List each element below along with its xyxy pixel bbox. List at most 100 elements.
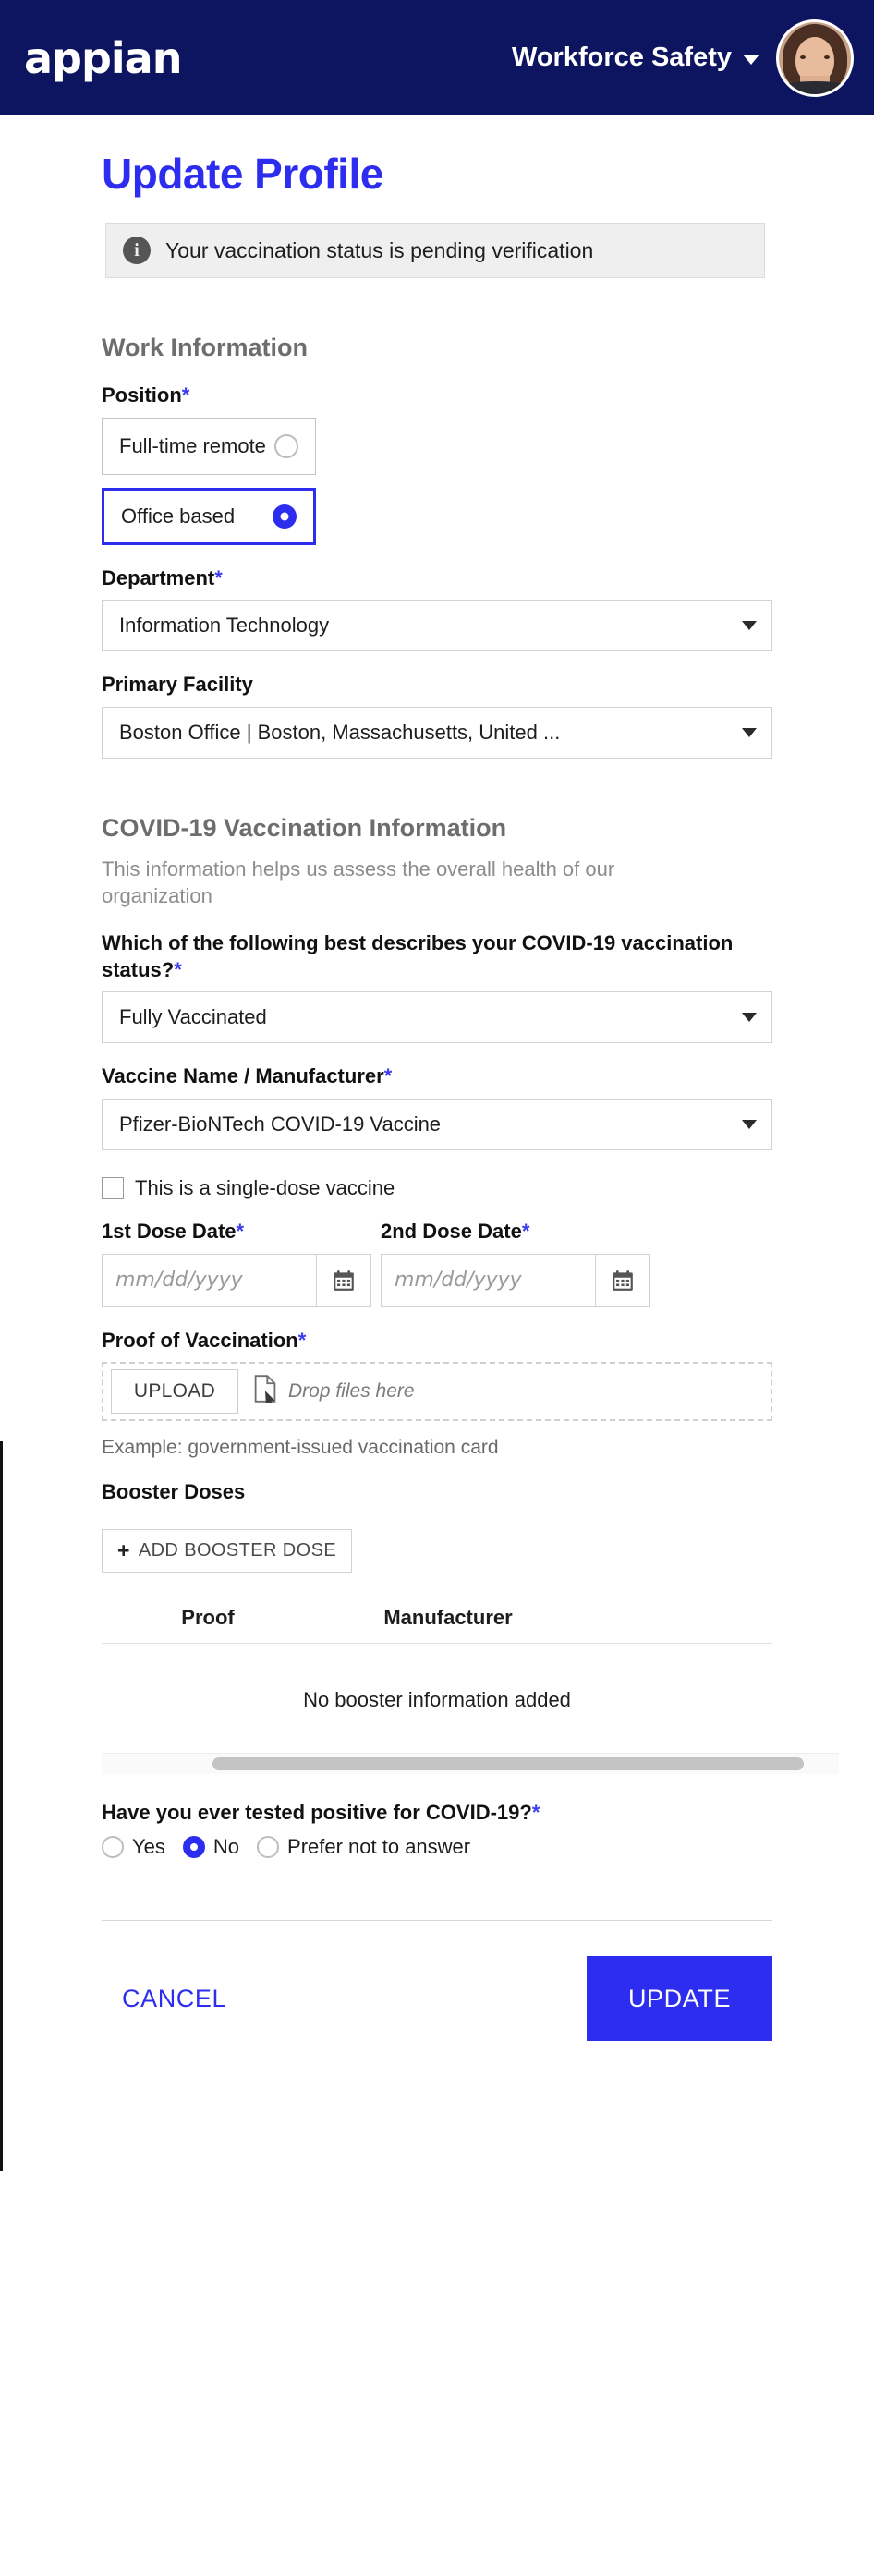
label-2nd-dose-date-text: 2nd Dose Date [381, 1219, 522, 1243]
label-booster-doses: Booster Doses [102, 1480, 246, 1504]
position-option-full-time-remote[interactable]: Full-time remote [102, 417, 316, 475]
booster-table: Proof Manufacturer No booster informatio… [102, 1606, 839, 1774]
required-marker: * [214, 565, 223, 589]
radio-unselected-icon[interactable] [257, 1836, 280, 1859]
booster-column-proof: Proof [181, 1605, 235, 1629]
chevron-down-icon [743, 55, 759, 65]
dose1-date-field[interactable]: mm/dd/yyyy [102, 1253, 371, 1307]
radio-selected-icon[interactable] [182, 1836, 205, 1859]
label-tested-positive: Have you ever tested positive for COVID-… [102, 1800, 772, 1827]
radio-selected-icon[interactable] [273, 504, 297, 529]
proof-dropzone[interactable]: UPLOAD Drop files here [102, 1362, 772, 1422]
chevron-down-icon [742, 621, 757, 631]
label-1st-dose-date-text: 1st Dose Date [102, 1219, 237, 1243]
required-marker: * [174, 957, 182, 981]
department-select[interactable]: Information Technology [102, 600, 772, 652]
label-department: Department* [102, 565, 772, 592]
calendar-icon[interactable] [316, 1254, 370, 1306]
scrollbar-thumb[interactable] [212, 1756, 804, 1770]
chevron-down-icon [742, 727, 757, 737]
dose1-date-input[interactable]: mm/dd/yyyy [103, 1255, 316, 1306]
page-content: Update Profile i Your vaccination status… [0, 115, 874, 2042]
tested-positive-option-prefer-not[interactable]: Prefer not to answer [257, 1835, 470, 1859]
update-button[interactable]: UPDATE [587, 1956, 772, 2042]
avatar[interactable] [776, 18, 854, 97]
dose2-date-input[interactable]: mm/dd/yyyy [382, 1255, 595, 1306]
tested-positive-option-label: Yes [132, 1835, 165, 1859]
label-proof-of-vaccination-text: Proof of Vaccination [102, 1328, 298, 1352]
label-tested-positive-text: Have you ever tested positive for COVID-… [102, 1800, 532, 1824]
booster-table-empty-message: No booster information added [303, 1687, 571, 1711]
tested-positive-option-yes[interactable]: Yes [102, 1835, 165, 1859]
required-marker: * [297, 1328, 307, 1352]
required-marker: * [531, 1800, 540, 1824]
required-marker: * [181, 383, 190, 407]
drop-hint-label: Drop files here [288, 1380, 415, 1403]
department-value: Information Technology [119, 614, 330, 638]
vaccination-status-value: Fully Vaccinated [119, 1005, 267, 1029]
single-dose-checkbox[interactable] [102, 1176, 124, 1199]
appian-logo[interactable]: appian [24, 37, 182, 79]
dose1-column: 1st Dose Date* mm/dd/yyyy [102, 1219, 371, 1307]
vaccination-status-select[interactable]: Fully Vaccinated [102, 991, 772, 1044]
proof-example-text: Example: government-issued vaccination c… [102, 1437, 499, 1459]
required-marker: * [236, 1219, 245, 1243]
booster-column-manufacturer: Manufacturer [383, 1605, 513, 1629]
left-edge-artifact [0, 1441, 3, 2171]
dose-dates-row: 1st Dose Date* mm/dd/yyyy 2nd Dose Date*… [102, 1219, 772, 1307]
avatar-eye-right [824, 55, 830, 59]
form-body: Work Information Position* Full-time rem… [102, 334, 839, 2042]
label-position-text: Position [102, 383, 182, 407]
label-2nd-dose-date: 2nd Dose Date* [381, 1219, 650, 1245]
dose2-column: 2nd Dose Date* mm/dd/yyyy [381, 1219, 650, 1307]
tested-positive-option-label: No [212, 1835, 240, 1859]
status-alert-message: Your vaccination status is pending verif… [165, 237, 594, 262]
site-name-label: Workforce Safety [512, 43, 732, 72]
label-vaccine-manufacturer: Vaccine Name / Manufacturer* [102, 1063, 772, 1090]
avatar-eye-left [800, 55, 806, 59]
form-footer: CANCEL UPDATE [102, 1956, 772, 2042]
chevron-down-icon [742, 1013, 757, 1023]
dose2-date-field[interactable]: mm/dd/yyyy [381, 1253, 650, 1307]
single-dose-checkbox-row[interactable]: This is a single-dose vaccine [102, 1176, 772, 1200]
booster-table-horizontal-scrollbar[interactable] [102, 1752, 839, 1774]
position-option-label: Full-time remote [119, 433, 266, 457]
section-subtitle-covid-vaccination: This information helps us assess the ove… [102, 857, 615, 908]
single-dose-checkbox-label: This is a single-dose vaccine [135, 1175, 395, 1199]
label-primary-facility-text: Primary Facility [102, 673, 253, 697]
topbar-right-group: Workforce Safety [512, 18, 854, 97]
file-drop-icon [253, 1375, 277, 1408]
position-option-label: Office based [121, 504, 236, 528]
chevron-down-icon [742, 1119, 757, 1129]
avatar-shoulders [779, 80, 851, 94]
tested-positive-option-label: Prefer not to answer [287, 1835, 471, 1859]
label-vaccine-manufacturer-text: Vaccine Name / Manufacturer [102, 1064, 384, 1088]
page-title: Update Profile [102, 150, 383, 198]
radio-unselected-icon[interactable] [274, 433, 298, 458]
label-department-text: Department [102, 565, 215, 589]
primary-facility-select[interactable]: Boston Office | Boston, Massachusetts, U… [102, 706, 772, 759]
status-alert: i Your vaccination status is pending ver… [105, 223, 765, 278]
drop-hint: Drop files here [253, 1375, 415, 1408]
calendar-icon[interactable] [595, 1254, 649, 1306]
add-booster-dose-label: ADD BOOSTER DOSE [138, 1539, 337, 1561]
label-position: Position* [102, 383, 772, 409]
add-booster-dose-button[interactable]: + ADD BOOSTER DOSE [102, 1528, 353, 1573]
upload-button[interactable]: UPLOAD [111, 1369, 238, 1415]
top-navigation-bar: appian Workforce Safety [0, 0, 874, 115]
radio-unselected-icon[interactable] [102, 1836, 124, 1859]
site-selector[interactable]: Workforce Safety [512, 43, 759, 73]
section-title-covid-vaccination: COVID-19 Vaccination Information [102, 813, 507, 842]
cancel-button[interactable]: CANCEL [102, 1972, 247, 2026]
booster-table-header: Proof Manufacturer [102, 1606, 772, 1644]
position-option-office-based[interactable]: Office based [102, 487, 316, 545]
primary-facility-value: Boston Office | Boston, Massachusetts, U… [119, 720, 561, 744]
tested-positive-option-no[interactable]: No [182, 1835, 240, 1859]
info-icon: i [123, 237, 151, 264]
vaccine-manufacturer-select[interactable]: Pfizer-BioNTech COVID-19 Vaccine [102, 1098, 772, 1150]
label-proof-of-vaccination: Proof of Vaccination* [102, 1328, 772, 1355]
tested-positive-radio-group: Yes No Prefer not to answer [102, 1835, 772, 1859]
label-vaccination-status: Which of the following best describes yo… [102, 930, 748, 983]
required-marker: * [521, 1219, 530, 1243]
plus-icon: + [117, 1537, 130, 1562]
